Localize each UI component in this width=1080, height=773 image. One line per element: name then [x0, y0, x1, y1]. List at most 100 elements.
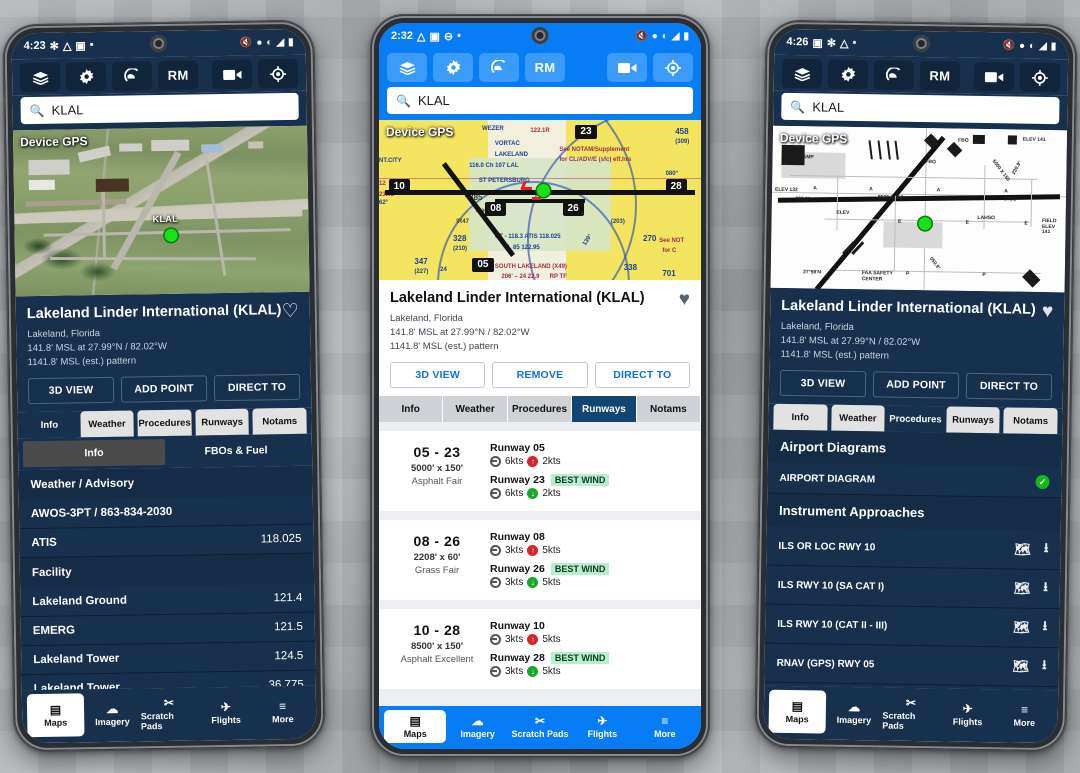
tab-runways[interactable]: Runways [195, 408, 250, 436]
row-actions: 🗺 ⭳ [1014, 578, 1048, 601]
3d-view-button[interactable]: 3D VIEW [779, 370, 867, 398]
tab-notams[interactable]: Notams [636, 396, 701, 423]
nav-more[interactable]: ≡ More [254, 690, 311, 734]
geo-referenced-icon[interactable]: 🗺 [1014, 542, 1031, 558]
favorite-toggle[interactable]: ♥ [1042, 301, 1054, 322]
nav-scratch-pads[interactable]: ✂ Scratch Pads [140, 692, 197, 736]
map-view-sectional[interactable]: WEZER VORTAC LAKELAND 116.0 Ch 107 LAL S… [379, 120, 701, 280]
settings-button[interactable] [827, 59, 869, 90]
rm-button[interactable]: RM [157, 60, 199, 91]
tab-notams[interactable]: Notams [1003, 407, 1058, 435]
nav-more[interactable]: ≡ More [634, 710, 696, 743]
favorite-toggle[interactable]: ♥ [679, 290, 690, 309]
runway-row-10-28[interactable]: 10 - 28 8500' x 150' Asphalt Excellent R… [379, 609, 701, 690]
tab-procedures[interactable]: Procedures [888, 405, 943, 433]
nav-scratch-pads[interactable]: ✂ Scratch Pads [509, 710, 571, 743]
locate-button[interactable] [1019, 62, 1061, 93]
tab-info[interactable]: Info [22, 411, 77, 439]
row-emerg[interactable]: EMERG 121.5 [20, 612, 316, 647]
tab-procedures[interactable]: Procedures [507, 396, 573, 423]
weather-button[interactable] [873, 60, 915, 90]
search-input[interactable]: 🔍 KLAL [20, 92, 299, 125]
nav-more[interactable]: ≡ More [996, 693, 1053, 737]
rm-button[interactable]: RM [919, 61, 961, 91]
weather-button[interactable] [111, 61, 153, 91]
nav-maps[interactable]: ▤ Maps [384, 710, 447, 743]
layers-button[interactable] [387, 53, 427, 82]
nav-imagery[interactable]: ☁ Imagery [825, 691, 882, 735]
tab-weather[interactable]: Weather [79, 410, 134, 438]
nav-imagery[interactable]: ☁ Imagery [446, 710, 508, 743]
add-point-button[interactable]: ADD POINT [872, 371, 960, 399]
video-button[interactable] [973, 61, 1015, 92]
row-atis[interactable]: ATIS 118.025 [19, 524, 314, 559]
tab-info[interactable]: Info [773, 404, 828, 431]
tab-runways[interactable]: Runways [946, 406, 1001, 434]
chart-text-x49-data: 206' – 24 22.9 [501, 273, 540, 280]
tab-runways[interactable]: Runways [572, 396, 637, 423]
remove-button[interactable]: REMOVE [492, 362, 588, 389]
layers-button[interactable] [19, 62, 61, 93]
favorite-toggle[interactable]: ♡ [282, 301, 299, 322]
add-point-button[interactable]: ADD POINT [120, 375, 208, 403]
row-ils-rwy-10-sa-cat-i[interactable]: ILS RWY 10 (SA CAT I) 🗺 ⭳ [765, 565, 1061, 610]
download-icon[interactable]: ⭳ [1044, 539, 1049, 561]
layers-button[interactable] [781, 58, 823, 89]
nav-flights[interactable]: ✈ Flights [939, 692, 996, 736]
row-airport-diagram[interactable]: AIRPORT DIAGRAM ✓ [767, 462, 1062, 499]
rm-button[interactable]: RM [525, 53, 565, 82]
video-button[interactable] [607, 53, 647, 82]
camcorder-icon [222, 69, 242, 80]
settings-button[interactable] [65, 61, 107, 92]
nav-flights[interactable]: ✈ Flights [197, 691, 254, 735]
row-rnav-gps-rwy-05[interactable]: RNAV (GPS) RWY 05 🗺 ⭳ [764, 643, 1059, 688]
download-icon[interactable]: ⭳ [1042, 656, 1047, 678]
row-ils-rwy-10-cat-ii-iii[interactable]: ILS RWY 10 (CAT II - III) 🗺 ⭳ [764, 604, 1060, 649]
row-label: AWOS-3PT / 863-834-2030 [30, 506, 173, 521]
direct-to-button[interactable]: DIRECT TO [213, 374, 301, 402]
3d-view-button[interactable]: 3D VIEW [27, 377, 115, 405]
runway-row-05-23[interactable]: 05 - 23 5000' x 150' Asphalt Fair Runway… [379, 431, 701, 512]
runway-row-08-26[interactable]: 08 - 26 2208' x 60' Grass Fair Runway 08… [379, 520, 701, 601]
direct-to-button[interactable]: DIRECT TO [594, 362, 690, 389]
tab-procedures[interactable]: Procedures [137, 409, 192, 437]
search-input[interactable]: 🔍 KLAL [387, 87, 693, 114]
tab-info[interactable]: Info [379, 396, 444, 423]
geo-referenced-icon[interactable]: 🗺 [1012, 659, 1029, 675]
nav-imagery[interactable]: ☁ Imagery [84, 692, 141, 736]
download-icon[interactable]: ⭳ [1042, 617, 1048, 639]
nav-scratch-pads[interactable]: ✂ Scratch Pads [882, 692, 939, 736]
nav-label: Imagery [460, 729, 495, 739]
row-lakeland-tower-1[interactable]: Lakeland Tower 124.5 [21, 641, 316, 676]
signal-icon: ◢ [671, 30, 680, 42]
airport-actions: 3D VIEW ADD POINT DIRECT TO [779, 370, 1053, 401]
map-view-airport-diagram[interactable]: RAMP ELEV 141 ELEV 132 FBO FBO 8500 X 15… [770, 125, 1068, 293]
status-bar: 4:23 ✻ △ ▣ • 🔇 ● ◐ ◢ ▮ [11, 28, 306, 60]
tab-weather[interactable]: Weather [443, 396, 508, 423]
weather-button[interactable] [479, 53, 519, 82]
settings-button[interactable] [433, 53, 473, 82]
info-list: Weather / Advisory AWOS-3PT / 863-834-20… [18, 465, 316, 691]
locate-button[interactable] [257, 58, 299, 89]
locate-button[interactable] [653, 53, 693, 82]
map-view-satellite[interactable]: KLAL Device GPS [12, 125, 310, 297]
row-lakeland-ground[interactable]: Lakeland Ground 121.4 [20, 583, 315, 618]
row-awos[interactable]: AWOS-3PT / 863-834-2030 [18, 495, 314, 530]
download-icon[interactable]: ⭳ [1043, 578, 1048, 600]
3d-view-button[interactable]: 3D VIEW [390, 362, 486, 389]
nav-maps[interactable]: ▤ Maps [768, 689, 827, 734]
nav-flights[interactable]: ✈ Flights [571, 710, 633, 743]
nav-maps[interactable]: ▤ Maps [26, 693, 85, 738]
tab-notams[interactable]: Notams [252, 408, 307, 435]
row-ils-or-loc-rwy-10[interactable]: ILS OR LOC RWY 10 🗺 ⭳ [766, 526, 1061, 571]
image-icon: ▣ [812, 36, 823, 49]
direct-to-button[interactable]: DIRECT TO [965, 373, 1053, 401]
geo-referenced-icon[interactable]: 🗺 [1014, 581, 1031, 597]
geo-referenced-icon[interactable]: 🗺 [1013, 620, 1030, 636]
diagram-label-e: P [905, 271, 910, 278]
tab-weather[interactable]: Weather [830, 404, 885, 432]
subtab-fbos-fuel[interactable]: FBOs & Fuel [165, 437, 307, 465]
subtab-info[interactable]: Info [22, 439, 166, 468]
search-input[interactable]: 🔍 KLAL [781, 92, 1060, 125]
video-button[interactable] [211, 59, 253, 90]
